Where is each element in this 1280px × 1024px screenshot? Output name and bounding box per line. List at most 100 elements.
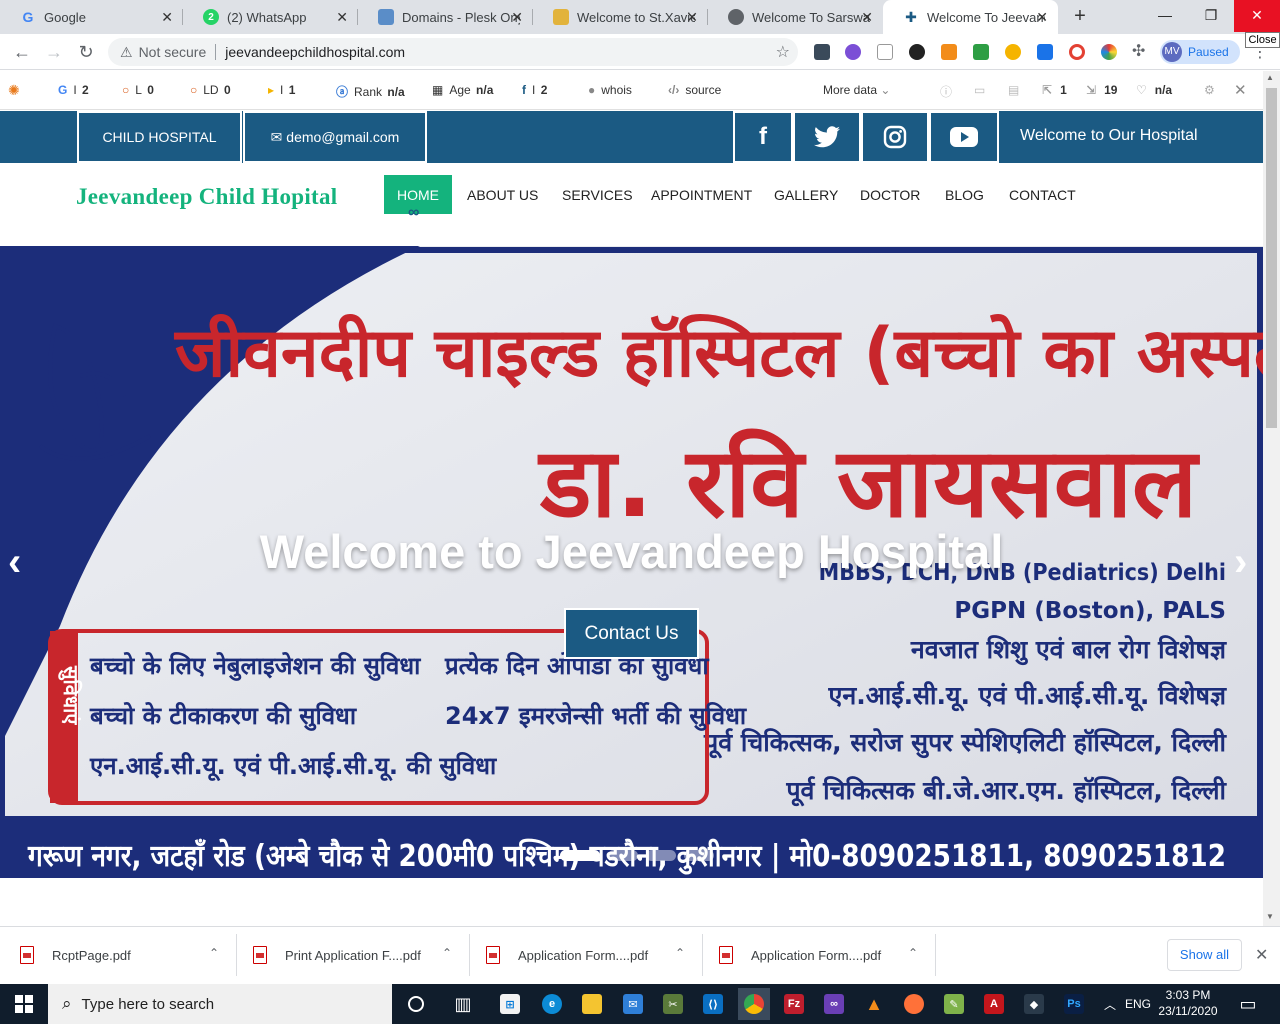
window-close-button[interactable]: ✕ [1234, 0, 1280, 32]
new-tab-button[interactable]: + [1068, 4, 1092, 28]
slider-prev-arrow[interactable]: ‹ [8, 542, 21, 582]
puzzle-icon[interactable]: ✣ [1132, 41, 1145, 61]
tab-stxavier[interactable]: Welcome to St.Xavier ✕ [533, 0, 708, 34]
download-item[interactable]: RcptPage.pdf ⌃ [0, 926, 237, 984]
seo-linking-domains[interactable]: ○ LD 0 [190, 83, 231, 97]
bookmark-star-icon[interactable]: ☆ [776, 42, 790, 62]
chevron-up-icon[interactable]: ⌃ [442, 946, 452, 960]
windows-start-button[interactable] [0, 984, 48, 1024]
slider-dot[interactable] [560, 850, 600, 861]
mail-icon[interactable]: ✉ [617, 988, 649, 1020]
instagram-icon[interactable] [861, 111, 929, 163]
chevron-up-icon[interactable]: ⌃ [209, 946, 219, 960]
nav-doctor[interactable]: DOCTOR [845, 175, 935, 214]
tab-sarswati[interactable]: Welcome To Sarswati ✕ [708, 0, 883, 34]
extension-icon[interactable] [1069, 44, 1085, 60]
show-all-button[interactable]: Show all [1167, 939, 1242, 971]
download-item[interactable]: Print Application F....pdf ⌃ [237, 926, 470, 984]
chevron-up-icon[interactable]: ⌃ [908, 946, 918, 960]
more-data-dropdown[interactable]: More data ⌄ [823, 83, 890, 97]
scroll-up-arrow[interactable]: ▲ [1266, 73, 1274, 82]
close-tab-icon[interactable]: ✕ [686, 9, 698, 26]
extension-icon[interactable] [845, 44, 861, 60]
language-indicator[interactable]: ENG [1122, 988, 1154, 1020]
seo-internal-links[interactable]: ⇲ 19 [1086, 83, 1117, 97]
seo-source[interactable]: ‹/› source [668, 83, 721, 97]
extension-icon[interactable] [1005, 44, 1021, 60]
task-view-icon[interactable]: ▥ [447, 988, 479, 1020]
notifications-icon[interactable]: ▭ [1232, 988, 1264, 1020]
seo-age[interactable]: ▦ Age n/a [432, 83, 493, 97]
warning-icon[interactable]: ⚠ [120, 44, 133, 61]
download-item[interactable]: Application Form....pdf ⌃ [470, 926, 703, 984]
nav-gallery[interactable]: GALLERY [759, 175, 853, 214]
chrome-icon[interactable] [738, 988, 770, 1020]
seoquake-icon[interactable]: ✺ [8, 82, 26, 99]
slider-next-arrow[interactable]: › [1234, 542, 1247, 582]
site-brand[interactable]: Jeevandeep Child Hopital [76, 184, 338, 210]
back-button[interactable]: ← [10, 40, 34, 64]
snipping-tool-icon[interactable]: ✂ [657, 988, 689, 1020]
nav-about-us[interactable]: ABOUT US [452, 175, 553, 214]
color-picker-icon[interactable] [1101, 44, 1117, 60]
seo-heart[interactable]: ♡ n/a [1136, 83, 1172, 97]
extension-icon[interactable] [814, 44, 830, 60]
youtube-icon[interactable] [929, 111, 999, 163]
email-link[interactable]: ✉ demo@gmail.com [243, 111, 427, 163]
close-tab-icon[interactable]: ✕ [161, 9, 173, 26]
info-icon[interactable]: ⓘ [940, 83, 952, 100]
tab-whatsapp[interactable]: 2 (2) WhatsApp ✕ [183, 0, 358, 34]
clock[interactable]: 3:03 PM 23/11/2020 [1156, 987, 1220, 1019]
tab-google[interactable]: G Google ✕ [0, 0, 183, 34]
close-tab-icon[interactable]: ✕ [336, 9, 348, 26]
extension-icon[interactable] [909, 44, 925, 60]
close-tab-icon[interactable]: ✕ [511, 9, 523, 26]
seo-rank[interactable]: ⓐ Rank n/a [336, 83, 405, 100]
facebook-icon[interactable]: f [733, 111, 793, 163]
edge-icon[interactable]: e [536, 988, 568, 1020]
seo-external-links[interactable]: ⇱ 1 [1042, 83, 1067, 97]
profile-button[interactable]: MV Paused [1160, 40, 1240, 64]
acrobat-icon[interactable]: A [978, 988, 1010, 1020]
contact-us-button[interactable]: Contact Us [564, 608, 699, 659]
nav-appointment[interactable]: APPOINTMENT [636, 175, 767, 214]
security-label[interactable]: Not secure [139, 44, 207, 60]
notepad-icon[interactable]: ✎ [938, 988, 970, 1020]
seoquake-icon[interactable] [941, 44, 957, 60]
download-item[interactable]: Application Form....pdf ⌃ [703, 926, 936, 984]
photoshop-icon[interactable]: Ps [1058, 988, 1090, 1020]
extension-icon[interactable] [1037, 44, 1053, 60]
filezilla-icon[interactable]: Fz [778, 988, 810, 1020]
extension-icon[interactable] [877, 44, 893, 60]
forward-button[interactable]: → [42, 40, 66, 64]
scrollbar-thumb[interactable] [1266, 88, 1277, 428]
vscode-icon[interactable]: ⟨⟩ [697, 988, 729, 1020]
reload-button[interactable]: ↻ [74, 40, 98, 64]
minimize-button[interactable]: — [1142, 0, 1188, 32]
seo-bing-index[interactable]: ▸ I 1 [268, 83, 295, 97]
omnibox[interactable]: ⚠ Not secure jeevandeepchildhospital.com… [108, 38, 798, 66]
slider-dot[interactable] [684, 850, 714, 861]
seo-whois[interactable]: ● whois [588, 83, 632, 97]
close-icon[interactable]: ✕ [1234, 81, 1247, 99]
nav-services[interactable]: SERVICES [547, 175, 648, 214]
app-icon[interactable]: ◆ [1018, 988, 1050, 1020]
seo-google-index[interactable]: GI 2 [58, 83, 89, 97]
store-icon[interactable]: ⊞ [494, 988, 526, 1020]
cortana-icon[interactable] [400, 988, 432, 1020]
gear-icon[interactable]: ⚙ [1204, 83, 1215, 97]
close-downloads-icon[interactable]: ✕ [1255, 945, 1268, 965]
url-text[interactable]: jeevandeepchildhospital.com [225, 44, 405, 60]
firefox-icon[interactable] [898, 988, 930, 1020]
page-icon[interactable]: ▤ [1008, 83, 1019, 97]
close-tab-icon[interactable]: ✕ [861, 9, 873, 26]
slider-dot[interactable] [646, 850, 676, 861]
file-explorer-icon[interactable] [576, 988, 608, 1020]
monitor-icon[interactable]: ▭ [974, 83, 985, 97]
taskbar-search[interactable]: ⌕ Type here to search [48, 984, 392, 1024]
slider-dot[interactable] [608, 850, 638, 861]
tab-jeevandeep[interactable]: ✚ Welcome To Jeevandeep ✕ [883, 0, 1058, 34]
seo-facebook[interactable]: fI 2 [522, 83, 547, 97]
nav-blog[interactable]: BLOG [930, 175, 999, 214]
restore-button[interactable]: ❐ [1188, 0, 1234, 32]
